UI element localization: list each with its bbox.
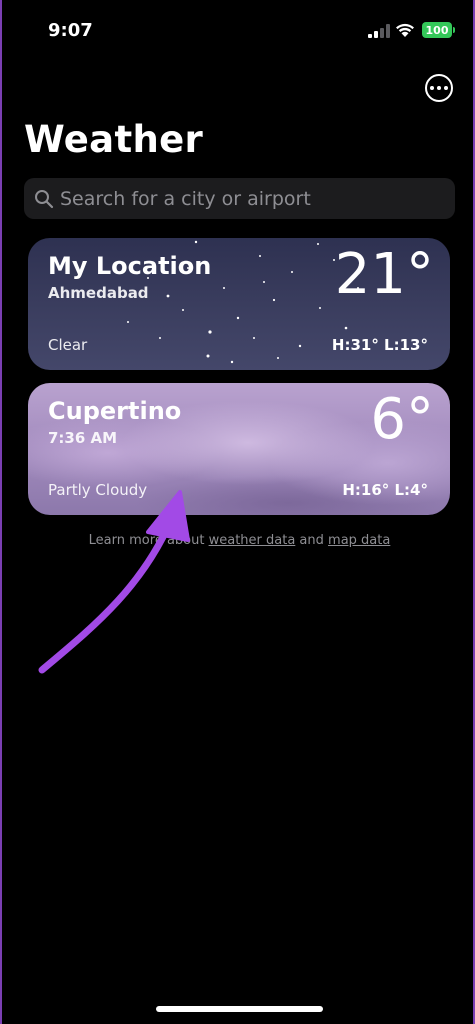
card-subtitle: 7:36 AM [48,429,118,447]
ellipsis-icon [444,86,448,90]
attribution-middle: and [295,533,329,548]
ellipsis-icon [430,86,434,90]
page-title: Weather [24,118,204,161]
card-temperature: 6° [370,387,434,452]
search-input[interactable]: Search for a city or airport [60,188,311,210]
annotation-arrow-icon [38,490,190,674]
location-card-my-location[interactable]: My Location Ahmedabad 21° Clear H:31° L:… [28,238,450,370]
search-icon [35,189,54,208]
wifi-icon [396,23,414,37]
battery-level: 100 [425,23,449,37]
card-high-low: H:16° L:4° [342,481,428,499]
map-data-link[interactable]: map data [328,533,390,548]
card-city-name: My Location [48,252,212,280]
home-indicator[interactable] [156,1006,323,1012]
more-options-button[interactable] [425,74,453,102]
card-subtitle: Ahmedabad [48,284,149,302]
card-high-low: H:31° L:13° [331,336,428,354]
search-bar[interactable]: Search for a city or airport [24,178,455,219]
phone-screen: 9:07 100 Weather Search for a city or ai… [0,0,475,1024]
cellular-signal-icon [368,24,390,38]
card-city-name: Cupertino [48,397,182,425]
card-condition: Clear [48,336,88,354]
status-time: 9:07 [48,20,93,41]
ellipsis-icon [437,86,441,90]
card-temperature: 21° [334,242,434,307]
status-bar: 9:07 100 [2,0,473,60]
weather-data-link[interactable]: weather data [209,533,296,548]
battery-indicator: 100 [422,22,455,38]
